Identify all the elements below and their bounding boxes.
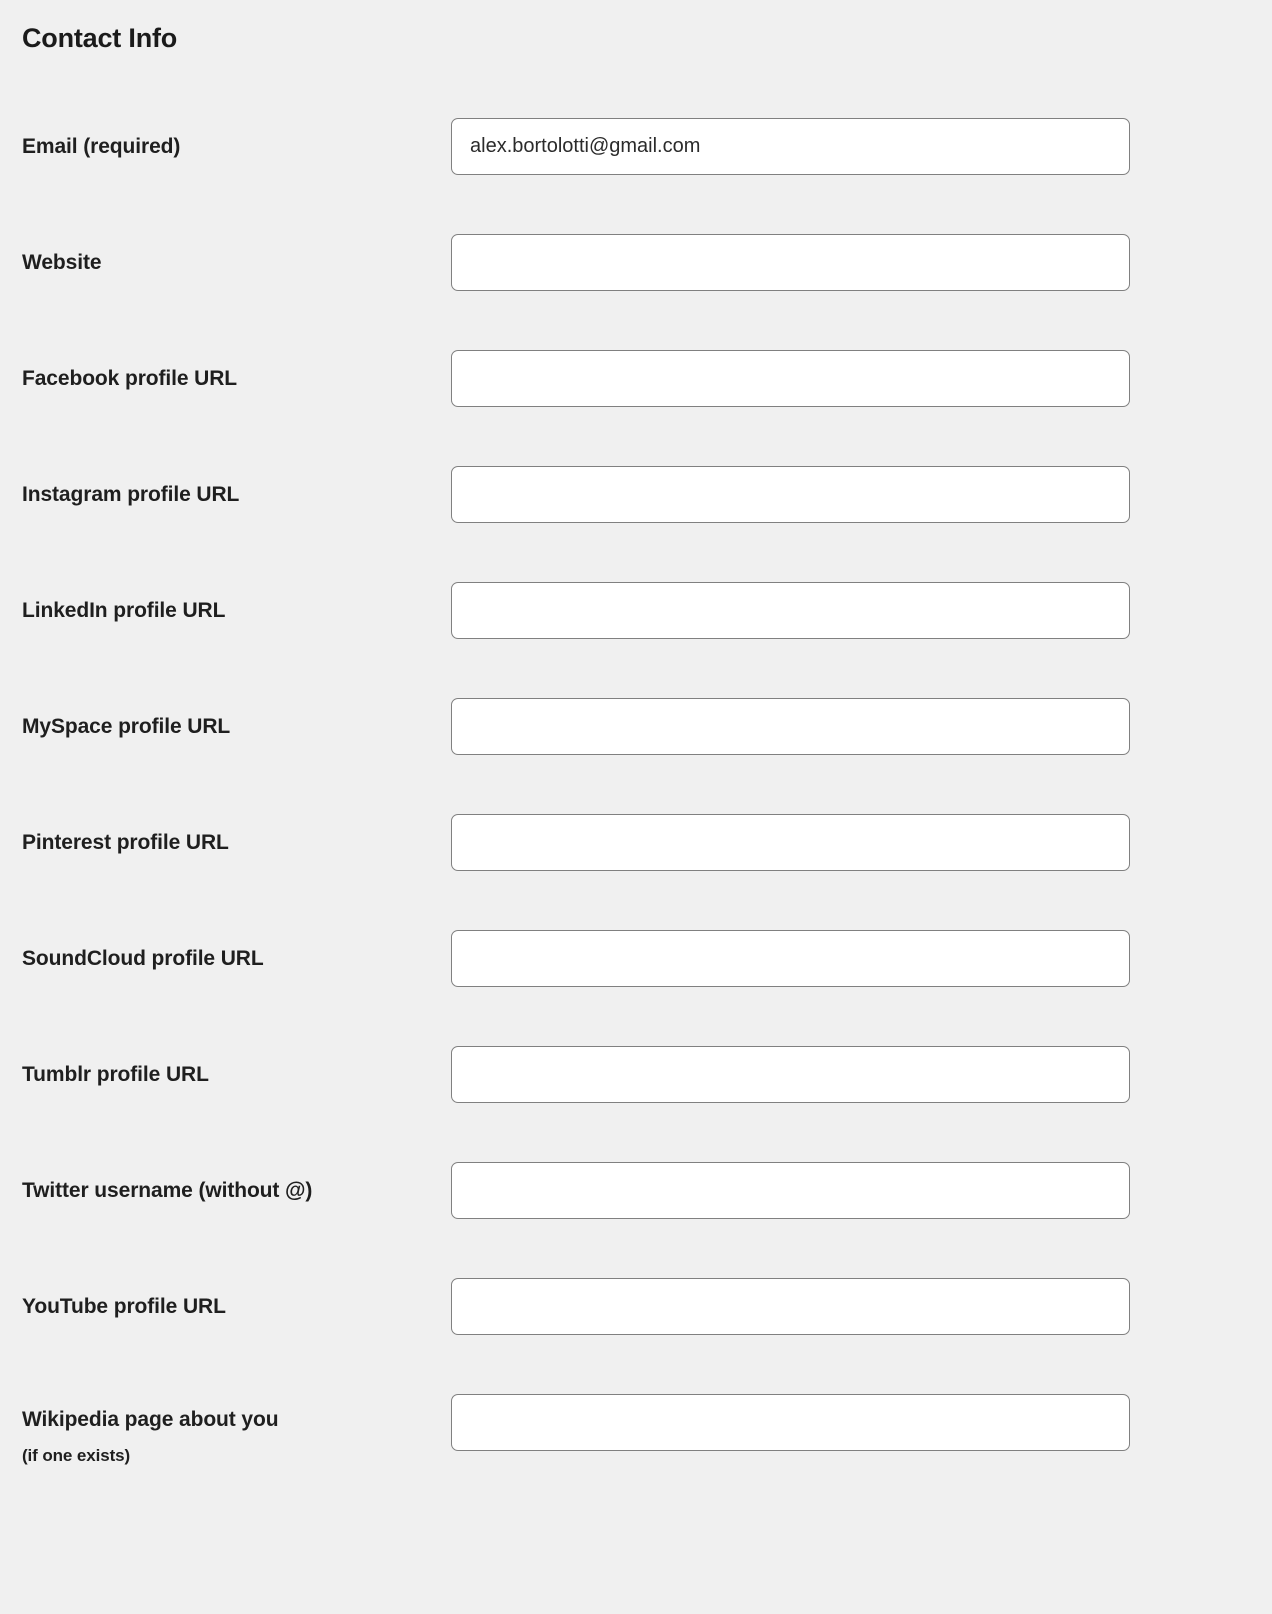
- field-input-soundcloud[interactable]: [451, 930, 1130, 987]
- field-label-website: Website: [22, 243, 422, 283]
- form-row-email: Email (required): [0, 104, 1272, 220]
- field-label-text: MySpace profile URL: [22, 715, 231, 738]
- field-label-email: Email (required): [22, 127, 422, 167]
- field-label-wikipedia: Wikipedia page about you (if one exists): [22, 1400, 422, 1472]
- form-row-website: Website: [0, 220, 1272, 336]
- field-label-text: Facebook profile URL: [22, 367, 238, 390]
- field-label-text: Instagram profile URL: [22, 483, 240, 506]
- form-row-myspace: MySpace profile URL: [0, 684, 1272, 800]
- form-row-instagram: Instagram profile URL: [0, 452, 1272, 568]
- form-row-twitter: Twitter username (without @): [0, 1148, 1272, 1264]
- field-input-tumblr[interactable]: [451, 1046, 1130, 1103]
- field-label-myspace: MySpace profile URL: [22, 707, 422, 747]
- field-label-text: Tumblr profile URL: [22, 1063, 209, 1086]
- form-row-wikipedia: Wikipedia page about you (if one exists): [0, 1380, 1272, 1496]
- field-label-pinterest: Pinterest profile URL: [22, 823, 422, 863]
- field-label-text: Pinterest profile URL: [22, 831, 229, 854]
- field-input-youtube[interactable]: [451, 1278, 1130, 1335]
- field-input-wikipedia[interactable]: [451, 1394, 1130, 1451]
- field-input-facebook[interactable]: [451, 350, 1130, 407]
- field-label-youtube: YouTube profile URL: [22, 1287, 422, 1327]
- field-label-text: Twitter username (without @): [22, 1179, 313, 1202]
- field-label-text: Website: [22, 251, 102, 274]
- form-row-pinterest: Pinterest profile URL: [0, 800, 1272, 916]
- field-input-instagram[interactable]: [451, 466, 1130, 523]
- field-label-text: YouTube profile URL: [22, 1295, 226, 1318]
- field-label-soundcloud: SoundCloud profile URL: [22, 939, 422, 979]
- page-title: Contact Info: [22, 23, 178, 53]
- field-label-tumblr: Tumblr profile URL: [22, 1055, 422, 1095]
- field-label-facebook: Facebook profile URL: [22, 359, 422, 399]
- field-input-twitter[interactable]: [451, 1162, 1130, 1219]
- field-label-instagram: Instagram profile URL: [22, 475, 422, 515]
- field-input-website[interactable]: [451, 234, 1130, 291]
- form-row-youtube: YouTube profile URL: [0, 1264, 1272, 1380]
- field-input-pinterest[interactable]: [451, 814, 1130, 871]
- field-label-text: LinkedIn profile URL: [22, 599, 226, 622]
- field-input-myspace[interactable]: [451, 698, 1130, 755]
- field-input-linkedin[interactable]: [451, 582, 1130, 639]
- field-label-text: Wikipedia page about you: [22, 1408, 279, 1431]
- field-label-text: SoundCloud profile URL: [22, 947, 264, 970]
- form-row-tumblr: Tumblr profile URL: [0, 1032, 1272, 1148]
- field-input-email[interactable]: [451, 118, 1130, 175]
- field-sublabel-text: (if one exists): [22, 1446, 131, 1465]
- field-label-text: Email (required): [22, 135, 181, 158]
- form-row-soundcloud: SoundCloud profile URL: [0, 916, 1272, 1032]
- form-row-facebook: Facebook profile URL: [0, 336, 1272, 452]
- field-list: Email (required) Website Facebook profile …: [0, 104, 1272, 1496]
- field-label-linkedin: LinkedIn profile URL: [22, 591, 422, 631]
- form-row-linkedin: LinkedIn profile URL: [0, 568, 1272, 684]
- contact-info-form: Contact Info Email (required) Website Face…: [0, 0, 1272, 1614]
- field-label-twitter: Twitter username (without @): [22, 1171, 422, 1211]
